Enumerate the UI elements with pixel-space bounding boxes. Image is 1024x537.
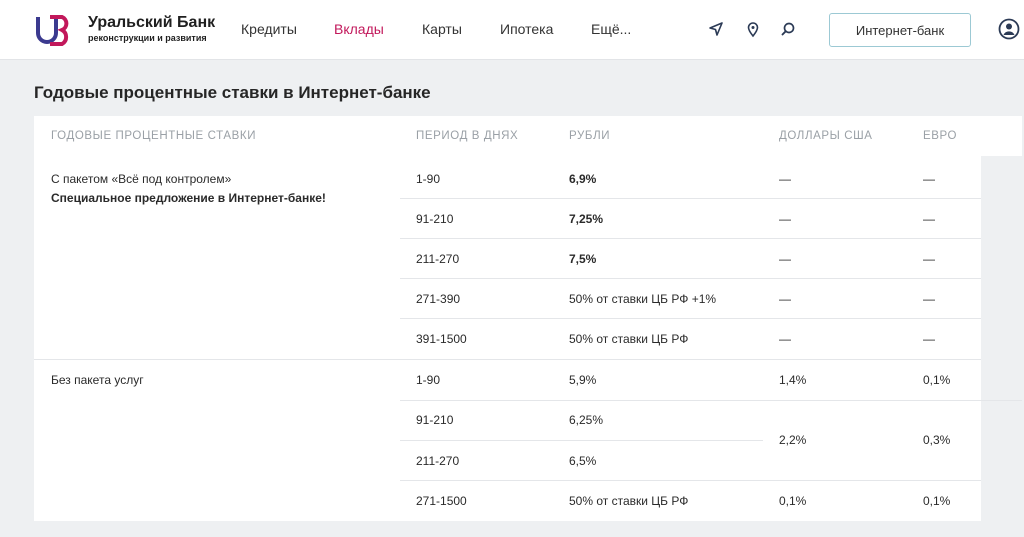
period-cell: 91-210 [416,212,454,226]
period-cell: 391-1500 [416,332,467,346]
row-divider [400,480,981,481]
rub-rate-cell: 50% от ставки ЦБ РФ [569,332,689,346]
nav-credits[interactable]: Кредиты [241,21,297,37]
col-header-rates: Годовые процентные ставки [51,130,257,142]
usd-rate-cell: — [779,292,791,306]
eur-rate-cell: — [923,292,935,306]
search-icon[interactable] [779,20,797,38]
row-divider [400,198,981,199]
row-divider [400,238,981,239]
rub-rate-cell: 7,25% [569,212,604,226]
usd-rate-cell: — [779,212,791,226]
period-cell: 271-390 [416,292,461,306]
rub-rate-cell: 5,9% [569,373,597,387]
row-divider [400,400,1022,401]
period-cell: 1-90 [416,172,441,186]
table-gutter [981,156,1022,521]
eur-rate-cell: — [923,172,935,186]
rates-table: Годовые процентные ставки Период в днях … [34,116,1022,521]
rub-rate-cell: 6,9% [569,172,597,186]
rub-rate-cell: 6,5% [569,454,597,468]
eur-rate-cell: — [923,332,935,346]
period-cell: 211-270 [416,454,460,468]
group-label-no-package: Без пакета услуг [51,373,144,387]
eur-rate-cell: — [923,212,935,226]
group-label-special-offer: Специальное предложение в Интернет-банке… [51,191,326,205]
eur-rate-cell: — [923,252,935,266]
row-divider [400,440,763,441]
map-pin-icon[interactable] [744,20,762,38]
row-divider [400,278,981,279]
location-arrow-icon[interactable] [707,20,725,38]
nav-deposits[interactable]: Вклады [334,21,384,37]
rub-rate-cell: 7,5% [569,252,597,266]
group-divider [34,359,981,360]
usd-rate-cell: — [779,332,791,346]
row-divider [400,318,981,319]
period-cell: 91-210 [416,413,454,427]
rub-rate-cell: 50% от ставки ЦБ РФ [569,494,689,508]
usd-rate-merged-cell: 2,2% [779,433,807,447]
profile-icon[interactable] [998,18,1020,40]
usd-rate-cell: — [779,172,791,186]
internet-bank-button[interactable]: Интернет-банк [829,13,971,47]
nav-cards[interactable]: Карты [422,21,462,37]
col-header-rub: Рубли [569,130,611,142]
nav-mortgage[interactable]: Ипотека [500,21,553,37]
site-header: Уральский Банк реконструкции и развития … [0,0,1024,60]
page-title: Годовые процентные ставки в Интернет-бан… [34,83,431,102]
col-header-period: Период в днях [416,130,519,142]
usd-rate-cell: 0,1% [779,494,807,508]
usd-rate-cell: 1,4% [779,373,807,387]
eur-rate-cell: 0,1% [923,373,951,387]
eur-rate-merged-cell: 0,3% [923,433,951,447]
bank-logo[interactable] [34,13,74,47]
period-cell: 271-1500 [416,494,467,508]
col-header-usd: Доллары США [779,130,873,142]
period-cell: 1-90 [416,373,441,387]
rub-rate-cell: 50% от ставки ЦБ РФ +1% [569,292,717,306]
brand-name[interactable]: Уральский Банк [88,14,215,32]
group-label-package: С пакетом «Всё под контролем» [51,172,232,186]
eur-rate-cell: 0,1% [923,494,951,508]
usd-rate-cell: — [779,252,791,266]
col-header-eur: Евро [923,130,958,142]
rub-rate-cell: 6,25% [569,413,604,427]
brand-tagline: реконструкции и развития [88,33,207,43]
nav-more[interactable]: Ещё... [591,21,631,37]
period-cell: 211-270 [416,252,460,266]
